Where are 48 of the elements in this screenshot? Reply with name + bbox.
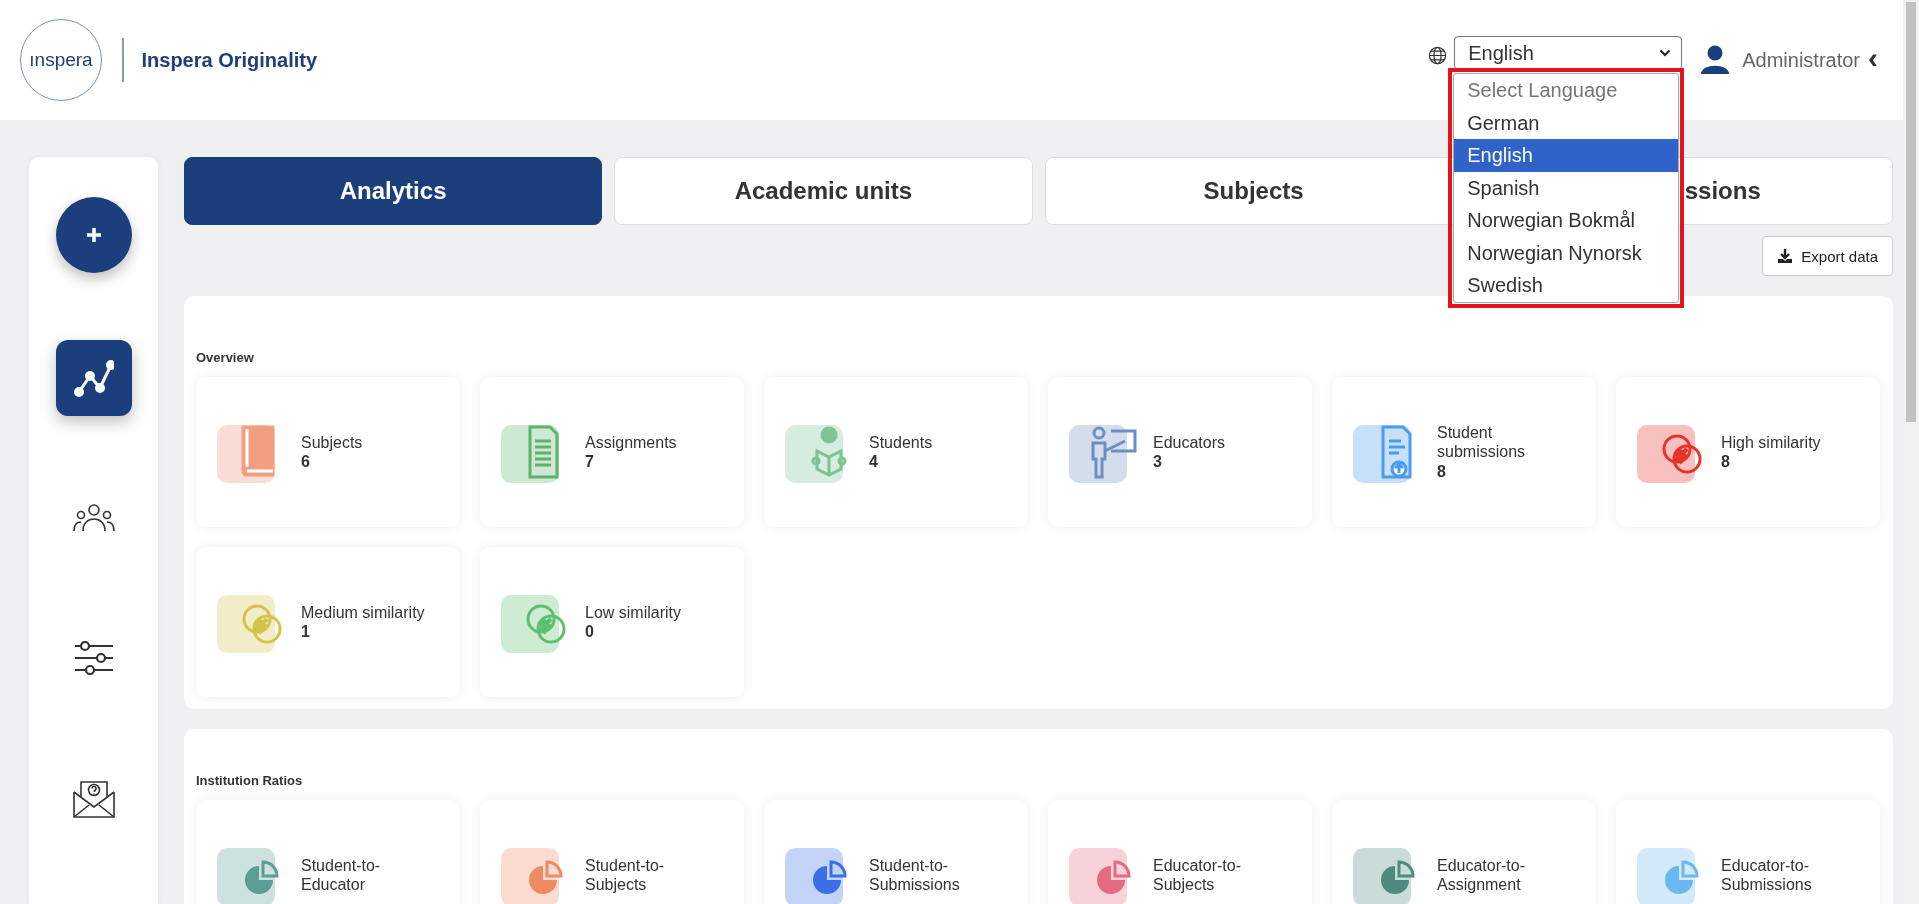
ratio-label: Educator-to-Subjects (1153, 855, 1243, 895)
stat-label: High similarity (1721, 432, 1821, 452)
ratio-label: Educator-to-Submissions (1721, 855, 1813, 895)
line-chart-icon (73, 358, 114, 398)
ratio-label: Educator-to-Assignment (1437, 855, 1527, 895)
section-title: Institution Ratios (196, 773, 303, 788)
section-title: Overview (196, 350, 254, 365)
tab[interactable]: Academic units (614, 157, 1033, 225)
language-select[interactable]: English (1454, 36, 1683, 70)
sliders-icon (73, 641, 114, 675)
download-icon (1777, 248, 1794, 264)
app-title: Inspera Originality (141, 48, 318, 72)
mail-question-icon (72, 778, 115, 818)
logo-text: ınspera (29, 49, 93, 71)
stat-value: 4 (869, 452, 878, 472)
stat-value: 1 (301, 622, 310, 642)
language-option[interactable]: Swedish (1454, 269, 1679, 302)
stat-label: Educators (1153, 432, 1226, 452)
stat-label: Student submissions (1437, 423, 1527, 462)
stat-label: Subjects (301, 432, 363, 452)
language-option[interactable]: Norwegian Nynorsk (1454, 236, 1679, 269)
plus-icon (84, 226, 103, 244)
chevron-down-icon (1659, 49, 1672, 57)
ratio-label: Student-to-Educator (301, 855, 382, 895)
stat-value: 3 (1153, 452, 1162, 472)
language-option[interactable]: German (1454, 106, 1679, 139)
stat-label: Students (869, 432, 933, 452)
add-button[interactable] (55, 197, 132, 273)
stat-value: 8 (1437, 461, 1446, 481)
collapse-chevron[interactable]: ‹ (1868, 41, 1878, 75)
stat-label: Low similarity (585, 602, 681, 622)
user-icon[interactable] (1700, 44, 1731, 74)
globe-icon (1428, 45, 1448, 65)
stat-label: Assignments (585, 432, 677, 452)
ratio-label: Student-to-Submissions (869, 855, 961, 895)
language-option[interactable]: English (1454, 139, 1679, 172)
stat-value: 6 (301, 452, 310, 472)
people-icon (72, 504, 115, 532)
analytics-nav-button[interactable] (55, 340, 132, 416)
stat-label: Medium similarity (301, 602, 425, 622)
ratio-label: Student-to-Subjects (585, 855, 666, 895)
tab[interactable]: Analytics (184, 157, 603, 225)
export-data-button[interactable]: Export data (1762, 236, 1893, 276)
stat-value: 8 (1721, 452, 1730, 472)
stat-value: 7 (585, 452, 594, 472)
scrollbar-thumb[interactable] (1906, 2, 1916, 422)
stat-value: 0 (585, 622, 594, 642)
user-name[interactable]: Administrator (1742, 48, 1860, 72)
